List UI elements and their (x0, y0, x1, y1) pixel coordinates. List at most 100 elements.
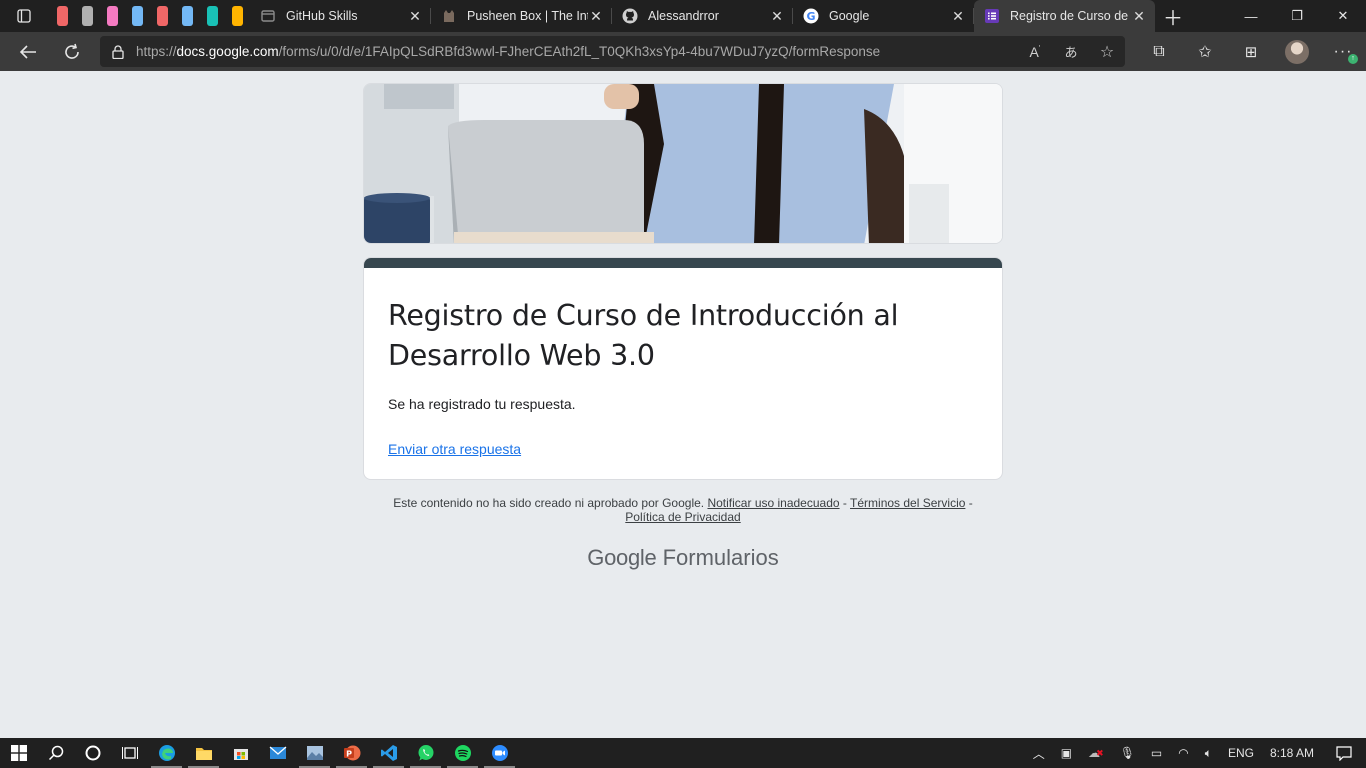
taskbar-photos[interactable] (296, 738, 333, 768)
task-view-icon (121, 747, 138, 759)
task-view-button[interactable] (111, 738, 148, 768)
taskbar-spotify[interactable] (444, 738, 481, 768)
report-abuse-link[interactable]: Notificar uso inadecuado (707, 496, 839, 510)
tab-google[interactable]: G Google ✕ (793, 0, 974, 32)
mail-icon (269, 746, 286, 759)
microphone-icon[interactable]: 🎙︎ (1112, 738, 1143, 768)
close-icon[interactable]: ✕ (588, 8, 604, 25)
profile-button[interactable] (1274, 36, 1320, 68)
taskbar-file-explorer[interactable] (185, 738, 222, 768)
pinned-tab[interactable] (225, 0, 250, 32)
close-icon[interactable]: ✕ (407, 8, 423, 25)
search-icon (48, 745, 63, 761)
onedrive-error-icon[interactable]: ☁ ✖ (1080, 738, 1112, 768)
extensions-button[interactable]: ⧉ (1136, 36, 1182, 68)
taskbar-powerpoint[interactable]: P (333, 738, 370, 768)
new-tab-button[interactable]: ＋ (1155, 0, 1191, 32)
close-icon[interactable]: ✕ (769, 8, 785, 25)
taskbar-zoom[interactable] (481, 738, 518, 768)
favorites-button[interactable]: ✩ (1182, 36, 1228, 68)
translate-icon[interactable]: あ (1053, 42, 1089, 62)
toolbar-right: ⧉ ✩ ⊞ ··· ↑ (1136, 35, 1366, 68)
restore-icon: ❐ (1291, 8, 1303, 23)
edge-icon (158, 745, 175, 761)
submit-another-response-link[interactable]: Enviar otra respuesta (388, 441, 521, 457)
address-bar[interactable]: https://docs.google.com/forms/u/0/d/e/1F… (100, 36, 1125, 67)
pinned-tab[interactable] (100, 0, 125, 32)
svg-text:P: P (346, 750, 352, 759)
refresh-button[interactable] (52, 36, 92, 68)
pinned-tabs (48, 0, 250, 32)
forms-wordmark: Formularios (662, 545, 779, 570)
start-button[interactable] (0, 738, 37, 768)
url-path: /forms/u/0/d/e/1FAIpQLSdRBfd3wwl-FJherCE… (278, 44, 881, 59)
taskbar-store[interactable] (222, 738, 259, 768)
privacy-link[interactable]: Política de Privacidad (625, 510, 740, 524)
collections-button[interactable]: ⊞ (1228, 36, 1274, 68)
separator: - (842, 496, 847, 510)
tab-github-skills[interactable]: GitHub Skills ✕ (250, 0, 431, 32)
taskbar-mail[interactable] (259, 738, 296, 768)
google-wordmark: Google (587, 545, 657, 570)
form-header-image (363, 83, 1003, 244)
url-text[interactable]: https://docs.google.com/forms/u/0/d/e/1F… (136, 44, 1017, 59)
pinned-tab[interactable] (200, 0, 225, 32)
back-button[interactable] (8, 36, 48, 68)
windows-logo-icon (10, 745, 27, 761)
language-indicator[interactable]: ENG (1220, 738, 1262, 768)
spotify-icon (454, 745, 471, 761)
search-button[interactable] (37, 738, 74, 768)
read-aloud-icon[interactable]: Aʼ (1017, 42, 1053, 62)
show-hidden-icons-button[interactable]: ︿ (1025, 738, 1053, 768)
pinned-tab[interactable] (125, 0, 150, 32)
taskbar-vscode[interactable] (370, 738, 407, 768)
url-prefix: https:// (136, 44, 177, 59)
battery-icon[interactable]: ▭ (1143, 738, 1170, 768)
close-icon[interactable]: ✕ (950, 8, 966, 25)
minimize-button[interactable]: — (1228, 0, 1274, 32)
tab-actions-icon (17, 9, 31, 23)
disclaimer-text: Este contenido no ha sido creado ni apro… (393, 496, 705, 510)
lock-icon[interactable] (100, 44, 136, 59)
restore-button[interactable]: ❐ (1274, 0, 1320, 32)
tab-alessandrror[interactable]: Alessandrror ✕ (612, 0, 793, 32)
collections-icon: ⊞ (1244, 43, 1258, 61)
github-skills-icon (260, 8, 276, 24)
tab-pusheen-box[interactable]: Pusheen Box | The Inte ✕ (431, 0, 612, 32)
web-page: Registro de Curso de Introducción al Des… (0, 71, 1366, 738)
wifi-icon[interactable]: ◠ (1170, 738, 1196, 768)
close-icon[interactable]: ✕ (1131, 8, 1147, 25)
tab-registro-curso[interactable]: Registro de Curso de I ✕ (974, 0, 1155, 32)
github-icon (622, 8, 638, 24)
window-controls: — ❐ ✕ (1228, 0, 1366, 32)
close-window-button[interactable]: ✕ (1320, 0, 1366, 32)
pinned-tab[interactable] (50, 0, 75, 32)
google-forms-logo[interactable]: Google Formularios (0, 545, 1366, 571)
powerpoint-icon: P (343, 745, 360, 761)
back-arrow-icon (19, 44, 36, 59)
photos-icon (306, 746, 323, 760)
volume-icon[interactable]: 🔈︎ (1197, 738, 1220, 768)
zoom-icon (491, 745, 508, 761)
pinned-tab-icon (232, 6, 243, 26)
chevron-up-icon: ︿ (1032, 746, 1045, 761)
cortana-button[interactable] (74, 738, 111, 768)
favorites-icon: ✩ (1198, 43, 1212, 61)
pinned-tab[interactable] (175, 0, 200, 32)
pinned-tab[interactable] (150, 0, 175, 32)
settings-more-button[interactable]: ··· ↑ (1320, 36, 1366, 68)
clock[interactable]: 8:18 AM (1262, 738, 1322, 768)
taskbar-edge[interactable] (148, 738, 185, 768)
minimize-icon: — (1244, 8, 1258, 24)
google-icon: G (803, 8, 819, 24)
tab-actions-button[interactable] (0, 0, 48, 32)
taskbar-whatsapp[interactable] (407, 738, 444, 768)
pinned-tab[interactable] (75, 0, 100, 32)
camera-tray-icon[interactable]: ▣ (1053, 738, 1080, 768)
favorite-add-icon[interactable]: ☆ (1089, 42, 1125, 62)
notifications-button[interactable] (1322, 738, 1366, 768)
update-badge-icon: ↑ (1348, 53, 1358, 64)
terms-link[interactable]: Términos del Servicio (850, 496, 965, 510)
browser-toolbar: https://docs.google.com/forms/u/0/d/e/1F… (0, 32, 1366, 71)
google-forms-icon (984, 8, 1000, 24)
